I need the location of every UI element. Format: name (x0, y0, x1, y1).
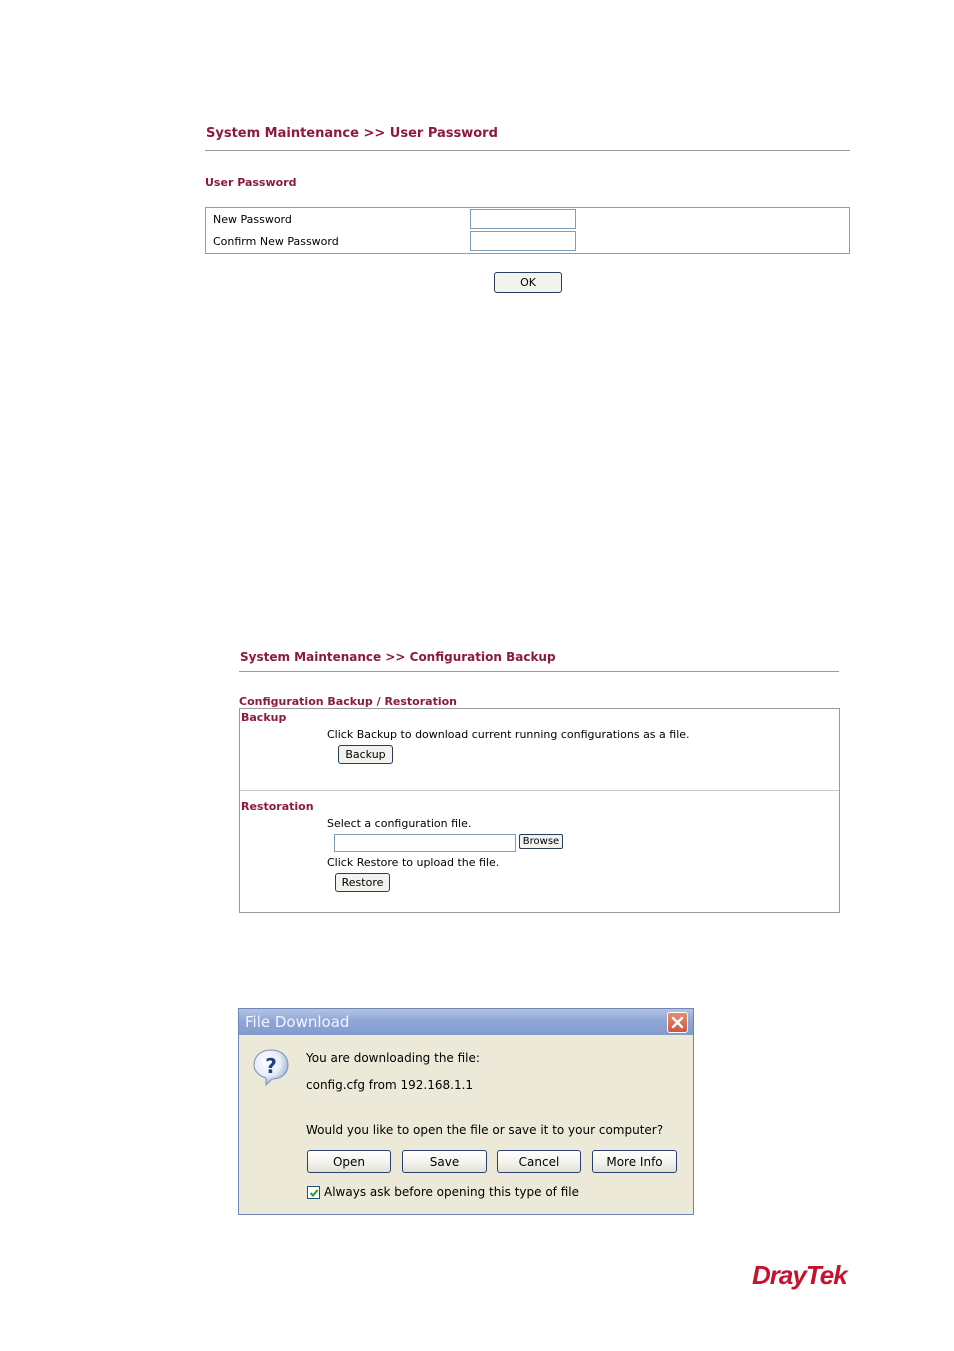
draytek-logo: DrayTek (752, 1260, 848, 1290)
open-button[interactable]: Open (307, 1150, 391, 1173)
confirm-password-label: Confirm New Password (213, 235, 339, 248)
downloading-text: You are downloading the file: (306, 1051, 480, 1065)
page-title-configuration-backup: System Maintenance >> Configuration Back… (240, 650, 556, 664)
select-file-text: Select a configuration file. (327, 817, 472, 830)
ok-button[interactable]: OK (494, 272, 562, 293)
question-icon: ? (253, 1049, 289, 1087)
download-file-name: config.cfg from 192.168.1.1 (306, 1078, 474, 1092)
close-button[interactable] (667, 1012, 688, 1033)
backup-heading: Backup (241, 711, 287, 724)
dialog-titlebar[interactable]: File Download (239, 1009, 693, 1035)
save-button[interactable]: Save (402, 1150, 487, 1173)
backup-description: Click Backup to download current running… (327, 728, 690, 741)
browse-button[interactable]: Browse (519, 834, 563, 849)
download-question: Would you like to open the file or save … (306, 1123, 664, 1137)
restore-description: Click Restore to upload the file. (327, 856, 500, 869)
title-divider (205, 150, 850, 151)
confirm-password-input[interactable] (470, 231, 576, 251)
restore-button[interactable]: Restore (335, 873, 390, 892)
close-icon (671, 1016, 684, 1029)
section-divider (240, 790, 839, 791)
restoration-heading: Restoration (241, 800, 314, 813)
cancel-button[interactable]: Cancel (497, 1150, 581, 1173)
page-title-user-password: System Maintenance >> User Password (206, 126, 498, 141)
always-ask-checkbox[interactable] (307, 1186, 320, 1199)
new-password-label: New Password (213, 213, 292, 226)
section-title-user-password: User Password (205, 176, 297, 189)
title-divider (239, 671, 839, 672)
backup-button[interactable]: Backup (338, 745, 393, 764)
checkmark-icon (309, 1188, 318, 1197)
new-password-input[interactable] (470, 209, 576, 229)
config-file-input[interactable] (334, 834, 516, 852)
svg-text:?: ? (265, 1054, 277, 1078)
dialog-title: File Download (245, 1013, 350, 1031)
more-info-button[interactable]: More Info (592, 1150, 677, 1173)
always-ask-label: Always ask before opening this type of f… (324, 1185, 579, 1199)
section-title-backup-restoration: Configuration Backup / Restoration (239, 695, 457, 708)
file-download-dialog: File Download (238, 1008, 694, 1215)
